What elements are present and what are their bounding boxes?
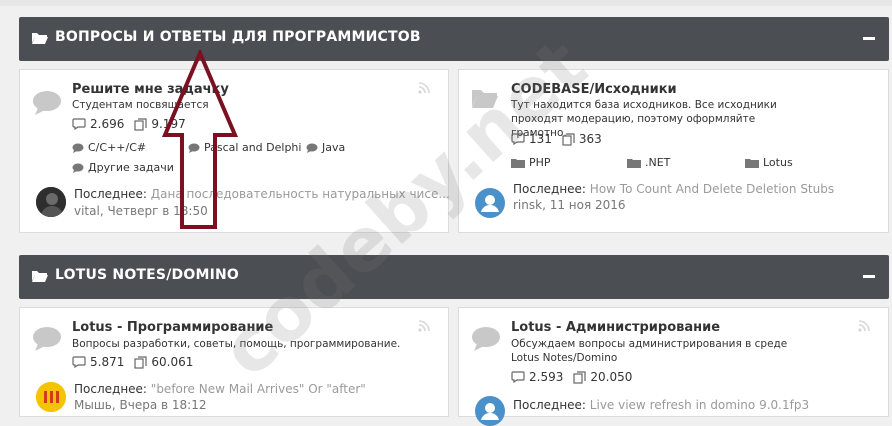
messages-count: 9.197: [151, 117, 186, 131]
collapse-icon[interactable]: [863, 275, 875, 278]
avatar-photo-icon: [36, 187, 66, 217]
section-title: LOTUS NOTES/DOMINO: [55, 267, 240, 283]
subforum-link[interactable]: Lotus: [745, 156, 793, 169]
last-thread-link[interactable]: Дана последовательность натуральных чисе…: [151, 187, 450, 201]
folder-small-icon: [745, 158, 759, 168]
avatar-cartoon-icon: [36, 382, 66, 412]
avatar[interactable]: [36, 382, 66, 412]
node-stats: 131 363: [511, 132, 612, 146]
last-post-meta: vital, Четверг в 18:50: [74, 204, 208, 218]
node-stats: 5.871 60.061: [72, 355, 203, 369]
default-user-icon: [481, 195, 499, 212]
messages-count: 20.050: [590, 370, 633, 384]
rss-icon[interactable]: [858, 320, 870, 332]
node-panel-codebase: CODEBASE/Исходники Тут находится база ис…: [458, 69, 889, 233]
chat-bubble-icon: [472, 327, 500, 351]
chat-bubble-small-icon: [72, 163, 84, 173]
subforum-link[interactable]: Java: [306, 141, 345, 154]
folder-open-icon: [32, 271, 48, 282]
section-header-lotus[interactable]: LOTUS NOTES/DOMINO: [19, 255, 889, 299]
messages-count: 363: [578, 132, 602, 146]
threads-icon: [511, 371, 525, 383]
threads-icon: [72, 356, 86, 368]
node-panel-lotus-admin: Lotus - Администрирование Обсуждаем вопр…: [458, 307, 889, 426]
threads-icon: [511, 133, 525, 145]
node-description: Студентам посвящается: [72, 99, 209, 111]
last-thread-link[interactable]: Live view refresh in domino 9.0.1fp3: [590, 398, 809, 412]
folder-open-icon: [32, 33, 48, 44]
last-post-line: Последнее: "before New Mail Arrives" Or …: [74, 382, 366, 396]
threads-count: 2.593: [529, 370, 564, 384]
chat-bubble-small-icon: [188, 143, 200, 153]
last-thread-link[interactable]: How To Count And Delete Deletion Stubs: [590, 182, 834, 196]
subforum-link[interactable]: Другие задачи: [72, 161, 174, 174]
threads-count: 5.871: [90, 355, 125, 369]
last-post-line: Последнее: Дана последовательность натур…: [74, 187, 450, 201]
subforum-link[interactable]: Pascal and Delphi: [188, 141, 301, 154]
threads-icon: [72, 118, 86, 130]
avatar[interactable]: [475, 188, 505, 218]
threads-count: 131: [529, 132, 552, 146]
folder-small-icon: [627, 158, 641, 168]
messages-icon: [134, 355, 147, 369]
section-title: ВОПРОСЫ И ОТВЕТЫ ДЛЯ ПРОГРАММИСТОВ: [55, 29, 421, 45]
node-description: Вопросы разработки, советы, помощь, прог…: [72, 338, 401, 350]
top-strip: [0, 0, 892, 6]
threads-count: 2.696: [90, 117, 125, 131]
node-title-link[interactable]: Lotus - Программирование: [72, 320, 273, 335]
avatar[interactable]: [475, 396, 505, 426]
last-thread-link[interactable]: "before New Mail Arrives" Or "after": [151, 382, 366, 396]
default-user-icon: [481, 403, 499, 420]
messages-icon: [134, 117, 147, 131]
node-description: Обсуждаем вопросы администрирования в ср…: [511, 338, 788, 364]
chat-bubble-icon: [33, 327, 61, 351]
chat-bubble-icon: [33, 91, 61, 115]
chat-bubble-small-icon: [306, 143, 318, 153]
folder-small-icon: [511, 158, 525, 168]
node-stats: 2.593 20.050: [511, 370, 642, 384]
chat-bubble-small-icon: [72, 143, 84, 153]
messages-icon: [573, 370, 586, 384]
last-post-meta: rinsk, 11 ноя 2016: [513, 198, 626, 212]
node-panel-tasks: Решите мне задачку Студентам посвящается…: [19, 69, 450, 233]
avatar[interactable]: [36, 187, 66, 217]
folder-icon: [472, 90, 498, 108]
rss-icon[interactable]: [418, 320, 430, 332]
subforum-link[interactable]: .NET: [627, 156, 670, 169]
collapse-icon[interactable]: [863, 37, 875, 40]
last-post-meta: Мышь, Вчера в 18:12: [74, 398, 207, 412]
last-post-line: Последнее: Live view refresh in domino 9…: [513, 398, 810, 412]
last-user-link[interactable]: rinsk: [513, 198, 542, 212]
node-stats: 2.696 9.197: [72, 117, 196, 131]
messages-icon: [562, 132, 575, 146]
rss-icon[interactable]: [418, 82, 430, 94]
last-user-link[interactable]: vital: [74, 204, 100, 218]
messages-count: 60.061: [151, 355, 194, 369]
node-title-link[interactable]: Решите мне задачку: [72, 82, 229, 97]
subforum-link[interactable]: C/C++/C#: [72, 141, 146, 154]
subforum-link[interactable]: PHP: [511, 156, 551, 169]
last-post-line: Последнее: How To Count And Delete Delet…: [513, 182, 835, 196]
last-user-link[interactable]: Мышь: [74, 398, 112, 412]
section-header-programming[interactable]: ВОПРОСЫ И ОТВЕТЫ ДЛЯ ПРОГРАММИСТОВ: [19, 17, 889, 61]
node-title-link[interactable]: Lotus - Администрирование: [511, 320, 720, 335]
node-panel-lotus-dev: Lotus - Программирование Вопросы разрабо…: [19, 307, 449, 417]
node-title-link[interactable]: CODEBASE/Исходники: [511, 82, 677, 97]
